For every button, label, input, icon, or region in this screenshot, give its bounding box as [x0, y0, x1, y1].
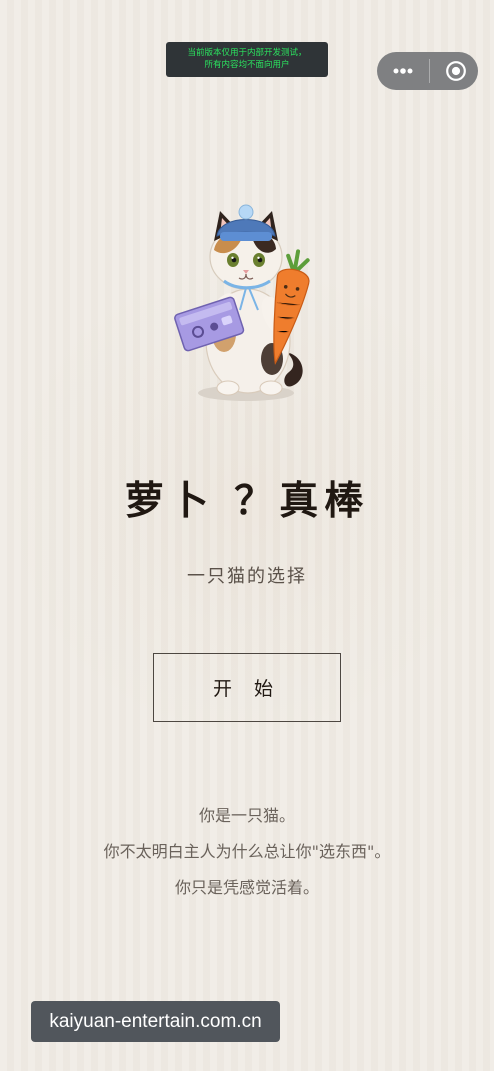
- target-icon[interactable]: [444, 59, 468, 83]
- dev-notice-line-2: 所有内容均不面向用户: [204, 60, 290, 70]
- watermark-label: kaiyuan-entertain.com.cn: [31, 1001, 280, 1042]
- mini-program-capsule: [377, 52, 478, 90]
- story-text: 你是一只猫。 你不太明白主人为什么总让你"选东西"。 你只是凭感觉活着。: [0, 798, 494, 906]
- more-dots-icon[interactable]: [391, 59, 415, 83]
- story-line-2: 你不太明白主人为什么总让你"选东西"。: [103, 842, 391, 861]
- dev-notice-banner: 当前版本仅用于内部开发测试， 所有内容均不面向用户: [166, 42, 328, 77]
- start-button[interactable]: 开 始: [153, 653, 341, 722]
- page-subtitle: 一只猫的选择: [187, 566, 307, 587]
- story-line-3: 你只是凭感觉活着。: [174, 878, 319, 897]
- story-line-1: 你是一只猫。: [198, 806, 295, 825]
- page-title: 萝卜 ？真棒: [124, 478, 370, 524]
- dev-notice-line-1: 当前版本仅用于内部开发测试，: [187, 48, 307, 58]
- background-texture: [0, 0, 494, 1071]
- capsule-divider: [429, 59, 430, 83]
- cat-illustration: [166, 202, 320, 404]
